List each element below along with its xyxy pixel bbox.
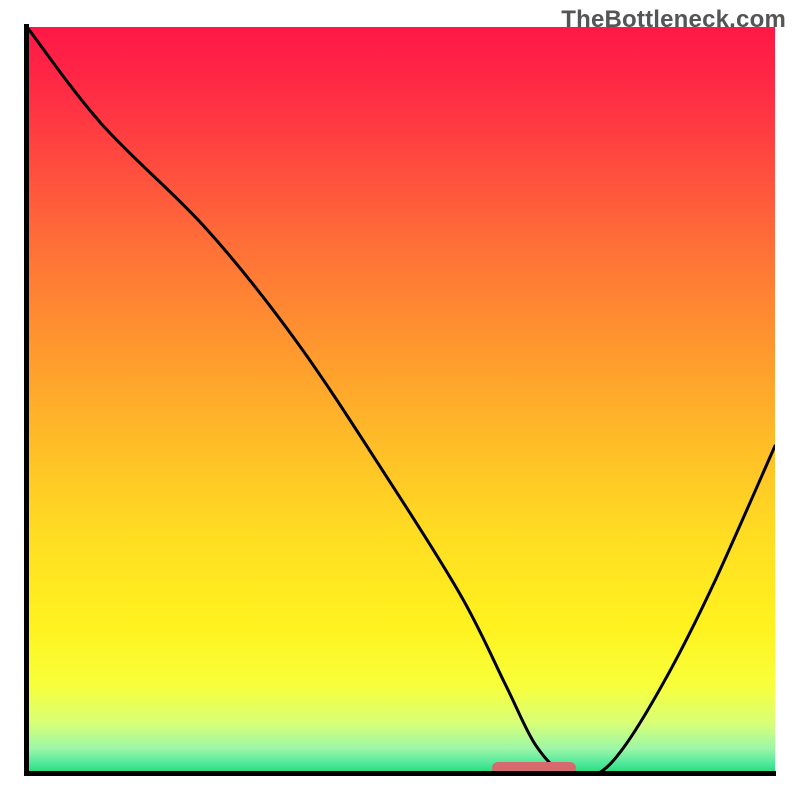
chart-container: TheBottleneck.com — [0, 0, 800, 800]
x-axis — [24, 771, 776, 776]
plot-svg — [27, 27, 775, 775]
plot-area — [27, 27, 775, 775]
gradient-rect — [27, 27, 775, 775]
watermark-text: TheBottleneck.com — [561, 6, 786, 34]
y-axis — [24, 24, 29, 776]
